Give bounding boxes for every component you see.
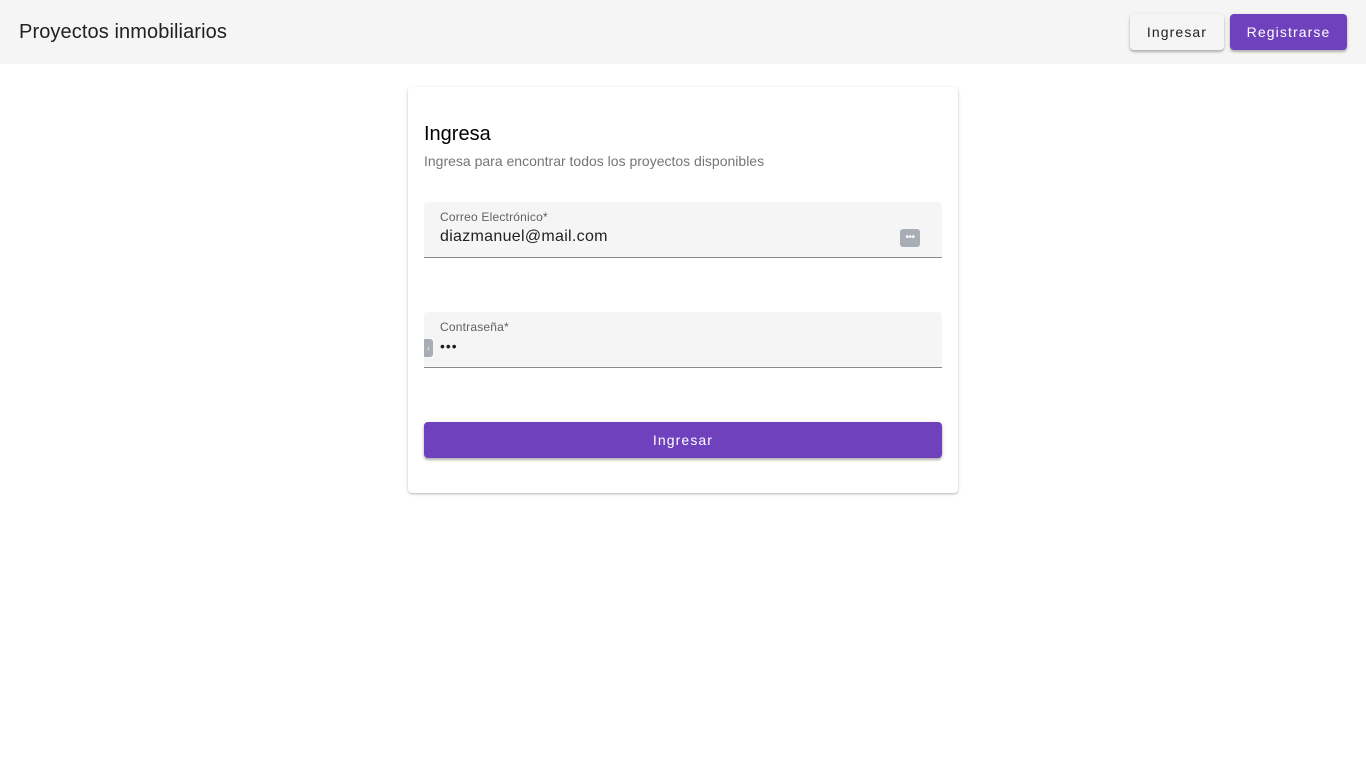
password-field[interactable]: ‹ Contraseña* ••• (424, 312, 942, 368)
login-button[interactable]: Ingresar (1130, 14, 1224, 50)
password-manager-icon[interactable]: ••• (900, 229, 920, 247)
card-subtitle: Ingresa para encontrar todos los proyect… (424, 153, 765, 169)
email-input[interactable] (440, 228, 880, 246)
login-card: Ingresa Ingresa para encontrar todos los… (408, 87, 958, 493)
toolbar-actions: Ingresar Registrarse (1130, 14, 1347, 50)
app-title: Proyectos inmobiliarios (19, 20, 227, 43)
password-label: Contraseña* (440, 320, 509, 334)
password-input[interactable]: ••• (440, 338, 880, 354)
email-field[interactable]: Correo Electrónico* ••• (424, 202, 942, 258)
submit-login-button[interactable]: Ingresar (424, 422, 942, 458)
card-title: Ingresa (424, 123, 491, 145)
password-manager-icon[interactable]: ‹ (424, 339, 433, 357)
top-toolbar: Proyectos inmobiliarios Ingresar Registr… (0, 0, 1366, 64)
email-label: Correo Electrónico* (440, 210, 548, 224)
register-button[interactable]: Registrarse (1230, 14, 1347, 50)
